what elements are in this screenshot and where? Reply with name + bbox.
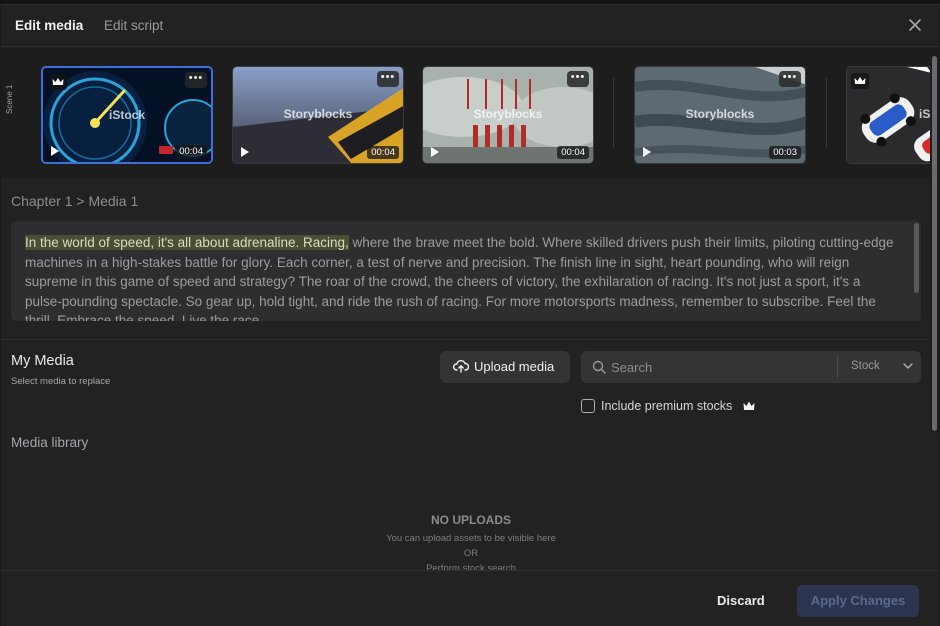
empty-state-title: NO UPLOADS xyxy=(430,513,511,527)
modal-header: Edit media Edit script xyxy=(1,5,939,47)
play-icon[interactable] xyxy=(241,147,249,157)
watermark-text: iSt xyxy=(919,107,930,121)
include-premium-label: Include premium stocks xyxy=(601,399,733,413)
upload-media-button[interactable]: Upload media xyxy=(440,351,570,383)
highlighted-script-segment: In the world of speed, it's all about ad… xyxy=(25,235,349,250)
script-scrollbar[interactable] xyxy=(914,223,919,293)
more-options-icon[interactable]: ••• xyxy=(185,72,207,88)
empty-state-line: You can upload assets to be visible here xyxy=(386,533,556,544)
scene-label: Scene 1 xyxy=(5,84,14,114)
chevron-down-icon xyxy=(903,363,913,369)
premium-badge xyxy=(49,74,67,90)
more-options-icon[interactable]: ••• xyxy=(377,71,399,87)
script-text-box[interactable]: In the world of speed, it's all about ad… xyxy=(11,221,921,321)
duration-label: 00:03 xyxy=(769,146,801,159)
media-thumbnail[interactable]: Storyblocks ••• 00:04 xyxy=(232,66,404,164)
scrollbar-thumb[interactable] xyxy=(932,56,937,431)
duration-label: 00:04 xyxy=(367,146,399,159)
tab-edit-script[interactable]: Edit script xyxy=(104,18,163,33)
cloud-upload-icon xyxy=(453,360,469,373)
premium-badge xyxy=(851,73,869,89)
tab-edit-media[interactable]: Edit media xyxy=(15,18,83,33)
play-icon[interactable] xyxy=(431,147,439,157)
my-media-subtitle: Select media to replace xyxy=(11,376,111,387)
watermark-text: Storyblocks xyxy=(685,107,755,121)
empty-library-state: NO UPLOADS You can upload assets to be v… xyxy=(311,513,631,576)
apply-changes-button[interactable]: Apply Changes xyxy=(797,585,919,617)
upload-media-label: Upload media xyxy=(474,359,555,374)
search-icon xyxy=(592,360,606,374)
media-thumbnail[interactable]: Storyblocks ••• 00:04 xyxy=(422,66,594,164)
duration-label: 00:04 xyxy=(557,146,589,159)
modal-footer: Discard Apply Changes xyxy=(1,570,939,626)
my-media-title: My Media xyxy=(11,353,74,369)
more-options-icon[interactable]: ••• xyxy=(567,71,589,87)
crown-icon xyxy=(52,78,64,85)
include-premium-checkbox[interactable] xyxy=(581,399,595,413)
search-input[interactable] xyxy=(611,351,831,383)
crown-icon xyxy=(854,77,866,84)
media-thumbnail[interactable]: iSt xyxy=(846,66,930,164)
source-dropdown[interactable]: Stock xyxy=(839,351,921,383)
watermark-text: Storyblocks xyxy=(283,107,353,121)
play-icon[interactable] xyxy=(51,146,59,156)
discard-button[interactable]: Discard xyxy=(717,593,765,608)
source-dropdown-value: Stock xyxy=(851,360,880,372)
strip-divider xyxy=(613,78,614,148)
edit-media-modal: Edit media Edit script Scene 1 iStock ••… xyxy=(1,4,939,626)
duration-label: 00:04 xyxy=(175,145,207,158)
crown-icon xyxy=(743,401,755,410)
media-thumbnail[interactable]: Storyblocks ••• 00:03 xyxy=(634,66,806,164)
more-options-icon[interactable]: ••• xyxy=(779,71,801,87)
search-bar: Stock xyxy=(581,351,921,383)
play-icon[interactable] xyxy=(643,147,651,157)
watermark-text: iStock xyxy=(108,108,145,122)
media-thumbnail[interactable]: iStock ••• 00:04 xyxy=(41,66,213,164)
script-text: In the world of speed, it's all about ad… xyxy=(25,233,900,321)
scene-media-strip: Scene 1 iStock ••• 00:04 Storyblocks •••… xyxy=(1,48,930,178)
search-divider xyxy=(837,356,838,378)
modal-scrollbar[interactable] xyxy=(930,48,939,433)
section-divider xyxy=(1,339,930,340)
watermark-text: Storyblocks xyxy=(473,107,543,121)
empty-state-or: OR xyxy=(463,548,479,559)
close-icon[interactable] xyxy=(907,17,923,33)
breadcrumb: Chapter 1 > Media 1 xyxy=(11,193,139,209)
strip-divider xyxy=(826,78,827,148)
media-library-title: Media library xyxy=(11,435,89,450)
